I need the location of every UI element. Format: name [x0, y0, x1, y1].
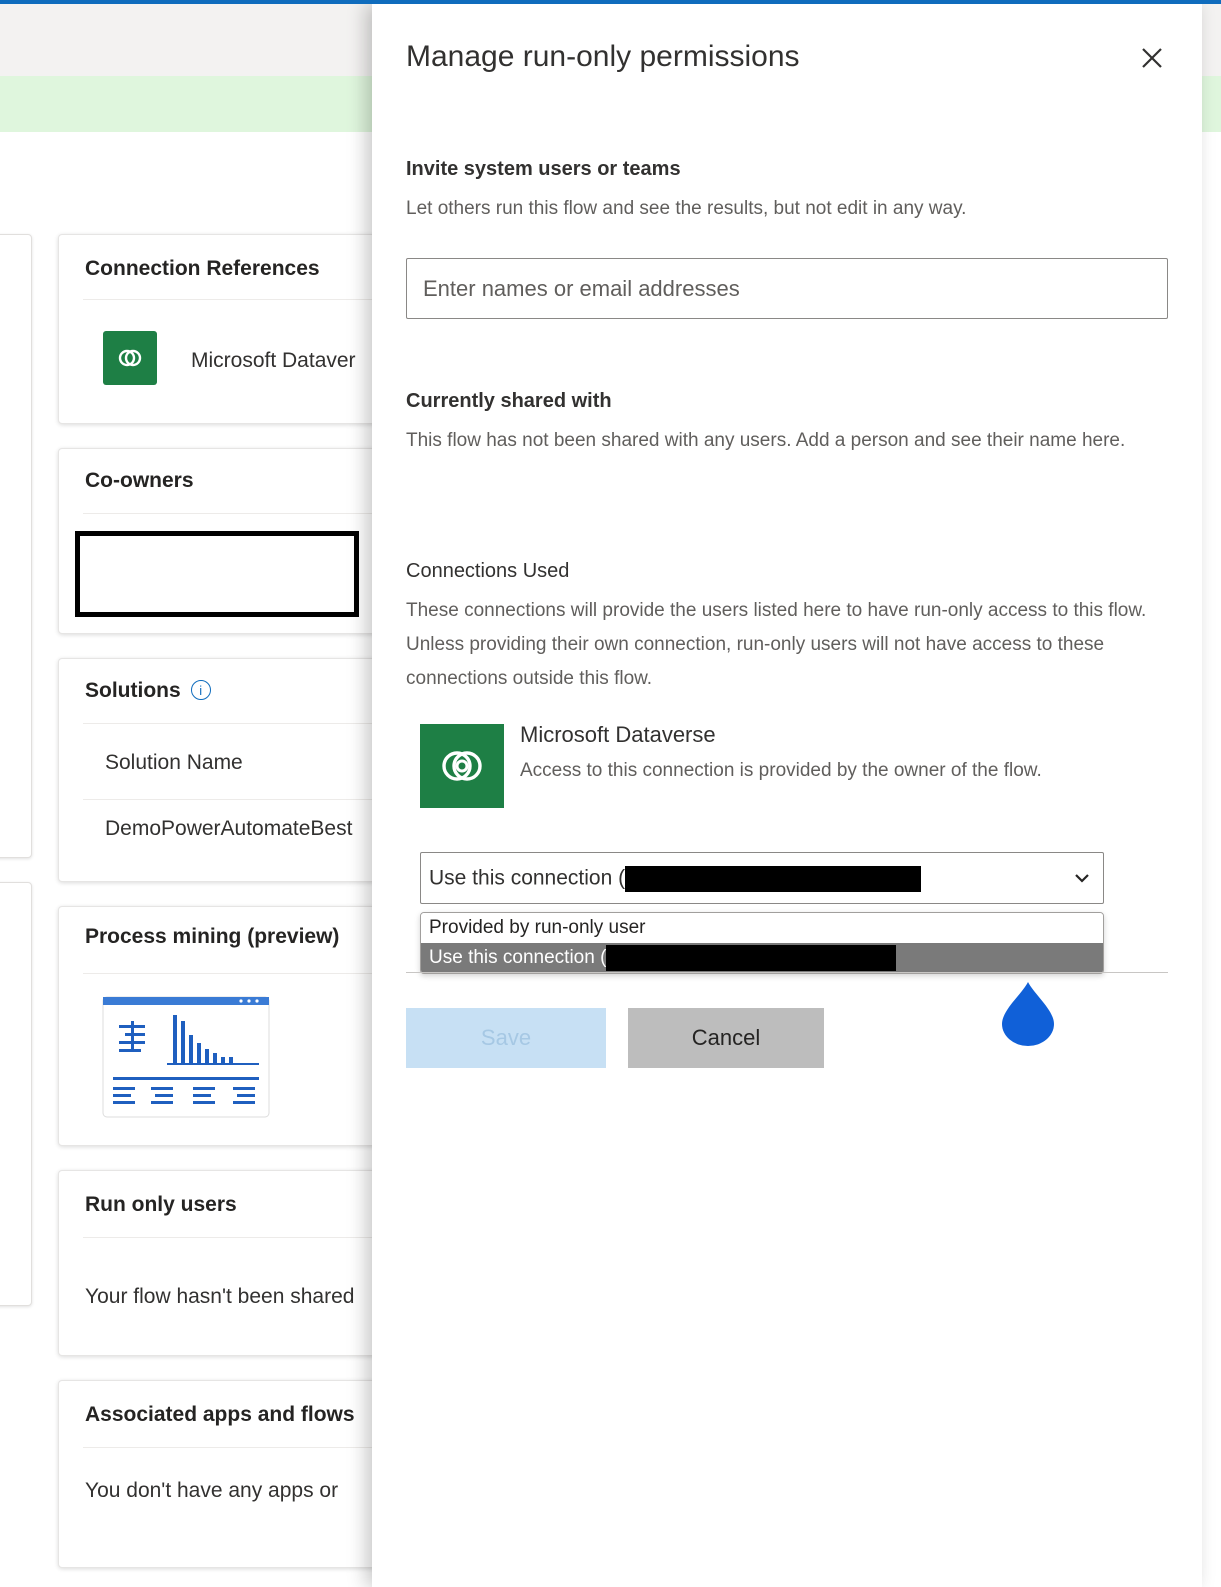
- connections-heading: Connections Used: [406, 560, 570, 582]
- card-title: Associated apps and flows: [85, 1403, 355, 1426]
- invite-description: Let others run this flow and see the res…: [406, 198, 967, 219]
- solution-name-header: Solution Name: [105, 751, 243, 774]
- co-owners-card: Co-owners: [58, 448, 420, 634]
- solutions-card: Solutions i Solution Name DemoPowerAutoma…: [58, 658, 420, 882]
- connections-description: These connections will provide the users…: [406, 600, 1147, 689]
- card-divider: [83, 513, 419, 514]
- shared-description: This flow has not been shared with any u…: [406, 430, 1126, 451]
- process-mining-illustration: [102, 996, 270, 1118]
- shared-heading: Currently shared with: [406, 390, 612, 412]
- dataverse-icon: [420, 724, 504, 808]
- card-divider: [83, 299, 419, 300]
- connection-reference-item[interactable]: Microsoft Dataver: [191, 349, 356, 373]
- left-secondary-card: [0, 882, 32, 1306]
- close-icon[interactable]: [1138, 44, 1166, 72]
- invite-heading: Invite system users or teams: [406, 158, 681, 180]
- card-divider: [83, 1237, 419, 1238]
- invite-users-input[interactable]: [406, 258, 1168, 319]
- connection-options-list: Provided by run-only user Use this conne…: [420, 912, 1104, 974]
- card-title: Solutions i: [85, 679, 211, 703]
- associated-apps-card: Associated apps and flows You don't have…: [58, 1380, 420, 1568]
- run-only-users-empty-text: Your flow hasn't been shared: [85, 1285, 355, 1308]
- info-icon[interactable]: i: [190, 680, 211, 700]
- card-divider: [83, 723, 419, 724]
- connection-references-card: Connection References Microsoft Dataver: [58, 234, 420, 424]
- divider: [406, 972, 1168, 973]
- select-value-text: Use this connection (: [429, 866, 626, 890]
- solution-row[interactable]: DemoPowerAutomateBest: [105, 817, 352, 841]
- left-details-card: [0, 234, 32, 858]
- save-button[interactable]: Save: [406, 1008, 606, 1068]
- connection-select-value: Use this connection (: [429, 866, 922, 892]
- card-title: Co-owners: [85, 469, 194, 492]
- redacted-connection-name: [606, 944, 897, 971]
- card-title: Run only users: [85, 1193, 237, 1216]
- dataverse-icon: [103, 331, 157, 385]
- redacted-connection-name: [625, 866, 922, 892]
- card-divider: [83, 1447, 419, 1448]
- option-label: Use this connection (: [429, 947, 607, 968]
- run-only-users-card: Run only users Your flow hasn't been sha…: [58, 1170, 420, 1356]
- solutions-title: Solutions: [85, 679, 181, 702]
- card-divider: [83, 973, 419, 974]
- chevron-down-icon[interactable]: [1071, 867, 1093, 889]
- associated-empty-text: You don't have any apps or: [85, 1479, 339, 1502]
- top-accent-line: [0, 0, 1221, 4]
- connection-description: Access to this connection is provided by…: [520, 760, 1042, 781]
- connection-select[interactable]: Use this connection (: [420, 852, 1104, 904]
- drop-icon: [1002, 982, 1054, 1046]
- cancel-button[interactable]: Cancel: [628, 1008, 824, 1068]
- option-provided-by-run-only-user[interactable]: Provided by run-only user: [421, 913, 1103, 943]
- manage-run-only-permissions-panel: Manage run-only permissions Invite syste…: [372, 4, 1202, 1587]
- option-use-this-connection[interactable]: Use this connection (: [421, 943, 1103, 973]
- process-mining-card: Process mining (preview): [58, 906, 420, 1146]
- card-title: Connection References: [85, 257, 320, 280]
- card-divider: [83, 799, 419, 800]
- card-title: Process mining (preview): [85, 925, 340, 948]
- connection-name: Microsoft Dataverse: [520, 722, 716, 747]
- redacted-co-owners-box: [75, 531, 359, 617]
- panel-title: Manage run-only permissions: [406, 40, 800, 73]
